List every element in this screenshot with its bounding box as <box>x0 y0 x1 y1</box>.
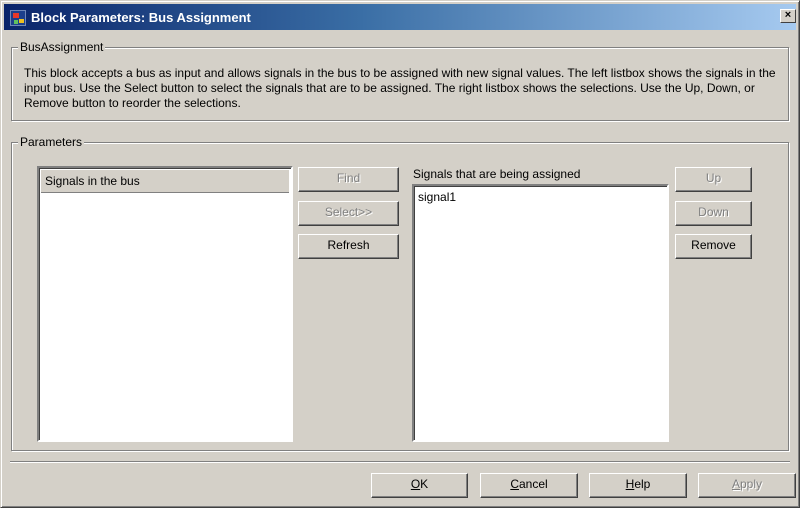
bus-assignment-group: BusAssignment This block accepts a bus a… <box>11 40 789 121</box>
assigned-signals-label: Signals that are being assigned <box>413 167 581 181</box>
assigned-signals-listbox[interactable]: signal1 <box>412 184 669 442</box>
refresh-button[interactable]: Refresh <box>298 234 399 259</box>
help-button[interactable]: Help <box>589 473 687 498</box>
cancel-button-label: ancel <box>518 477 548 491</box>
simulink-block-icon <box>10 10 26 26</box>
apply-button[interactable]: Apply <box>698 473 796 498</box>
help-button-label: elp <box>634 477 651 491</box>
close-icon[interactable]: × <box>780 9 796 23</box>
footer-separator <box>10 461 790 463</box>
title-bar[interactable]: Block Parameters: Bus Assignment × <box>4 4 796 30</box>
list-item[interactable]: signal1 <box>418 190 456 204</box>
remove-button[interactable]: Remove <box>675 234 752 259</box>
ok-mnemonic: O <box>410 477 421 491</box>
bus-assignment-legend: BusAssignment <box>18 40 106 54</box>
find-button[interactable]: Find <box>298 167 399 192</box>
window-title: Block Parameters: Bus Assignment <box>31 10 251 25</box>
apply-button-label: pply <box>740 477 763 491</box>
cancel-mnemonic: C <box>510 477 519 491</box>
bus-signals-listbox[interactable]: Signals in the bus <box>37 166 293 442</box>
bus-signals-header: Signals in the bus <box>41 170 289 193</box>
up-button[interactable]: Up <box>675 167 752 192</box>
ok-button[interactable]: OK <box>371 473 468 498</box>
ok-button-label: K <box>420 477 429 491</box>
dialog-window: Block Parameters: Bus Assignment × BusAs… <box>0 0 800 508</box>
apply-mnemonic: A <box>731 477 740 491</box>
cancel-button[interactable]: Cancel <box>480 473 578 498</box>
parameters-legend: Parameters <box>18 135 85 149</box>
down-button[interactable]: Down <box>675 201 752 226</box>
select-button[interactable]: Select>> <box>298 201 399 226</box>
bus-assignment-description: This block accepts a bus as input and al… <box>24 66 776 110</box>
